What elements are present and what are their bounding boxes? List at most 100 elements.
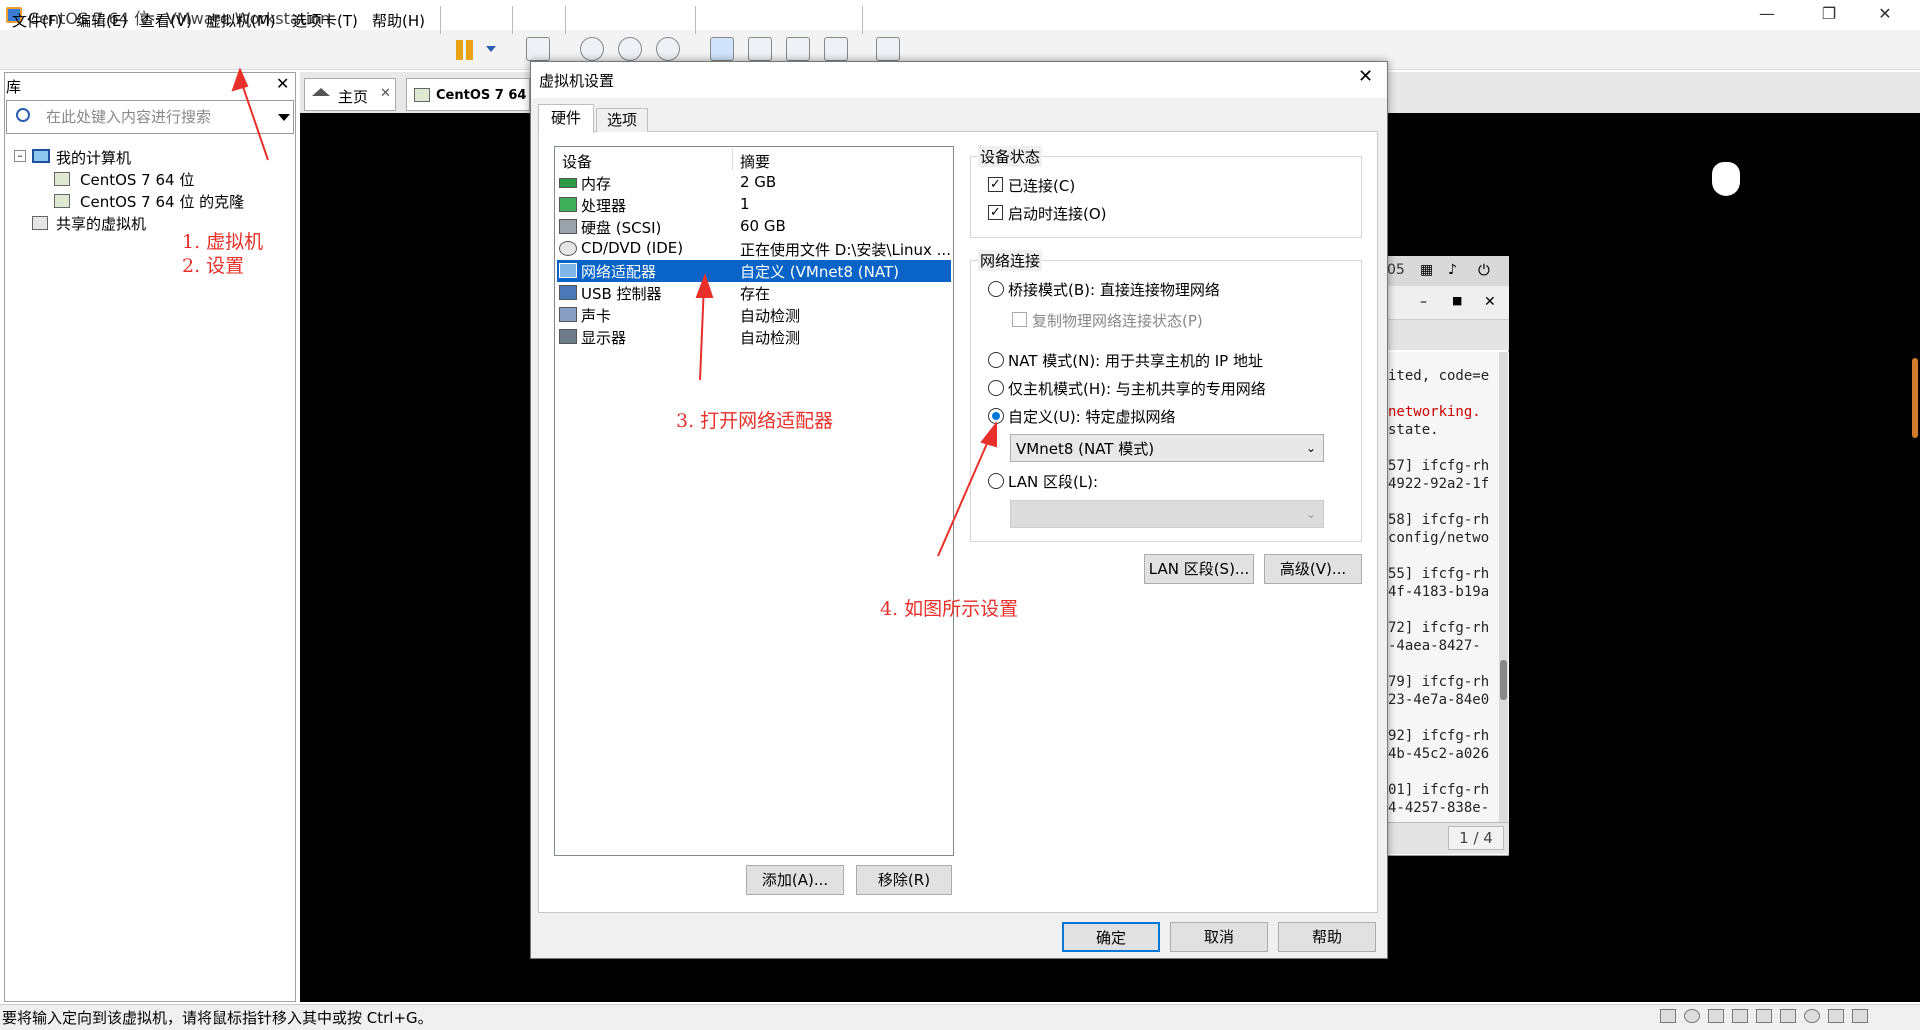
device-row-network-adapter[interactable]: 网络适配器 自定义 (VMnet8 (NAT) xyxy=(557,260,951,282)
lan-radio[interactable] xyxy=(988,473,1004,489)
guest-scroll-thumb[interactable] xyxy=(1500,660,1507,700)
console-view-icon[interactable] xyxy=(748,37,772,61)
close-window-button[interactable]: ✕ xyxy=(1862,0,1908,30)
connect-on-start-checkbox[interactable]: ✓ xyxy=(988,205,1003,220)
vm-icon xyxy=(414,88,430,102)
dialog-title: 虚拟机设置 xyxy=(539,72,615,90)
device-row-usb[interactable]: USB 控制器 存在 xyxy=(557,282,951,304)
side-scroll-indicator[interactable] xyxy=(1912,358,1918,438)
terminal-line: 4922-92a2-1f xyxy=(1388,476,1490,492)
device-row-processor[interactable]: 处理器 1 xyxy=(557,194,951,216)
chevron-down-icon[interactable] xyxy=(486,46,496,52)
device-name: 硬盘 (SCSI) xyxy=(581,219,662,237)
network-status-icon[interactable] xyxy=(1708,1009,1724,1023)
ok-button[interactable]: 确定 xyxy=(1062,922,1160,952)
close-icon[interactable]: ✕ xyxy=(276,74,289,93)
library-view-icon[interactable] xyxy=(710,37,734,61)
display-status-icon[interactable] xyxy=(1828,1009,1844,1023)
printer-status-icon[interactable] xyxy=(1780,1009,1796,1023)
tab-hardware[interactable]: 硬件 xyxy=(538,104,594,133)
lan-label: LAN 区段(L): xyxy=(1008,473,1099,491)
device-row-harddisk[interactable]: 硬盘 (SCSI) 60 GB xyxy=(557,216,951,238)
device-summary: 自动检测 xyxy=(740,329,801,347)
device-row-sound[interactable]: 声卡 自动检测 xyxy=(557,304,951,326)
snapshot-manager-icon[interactable] xyxy=(656,37,680,61)
menu-help[interactable]: 帮助(H) xyxy=(372,10,425,31)
send-ctrl-alt-del-icon[interactable] xyxy=(526,37,550,61)
restore-button[interactable]: ❐ xyxy=(1806,0,1852,30)
close-icon[interactable]: ✕ xyxy=(1358,66,1373,87)
power-icon[interactable]: ⏻ xyxy=(1478,261,1490,279)
terminal-line: 23-4e7a-84e0 xyxy=(1388,692,1490,708)
device-status-group xyxy=(970,156,1362,238)
minimize-button[interactable]: — xyxy=(1744,0,1790,30)
guest-minimize-icon[interactable]: – xyxy=(1420,294,1427,310)
hdd-status-icon[interactable] xyxy=(1660,1009,1676,1023)
menu-file[interactable]: 文件(F) xyxy=(12,10,62,31)
fullscreen-icon[interactable] xyxy=(786,37,810,61)
search-placeholder: 在此处键入内容进行搜索 xyxy=(46,108,212,126)
usb-status-icon[interactable] xyxy=(1732,1009,1748,1023)
terminal-line: networking. xyxy=(1388,404,1481,420)
add-device-button[interactable]: 添加(A)... xyxy=(746,865,844,895)
revert-snapshot-icon[interactable] xyxy=(618,37,642,61)
device-summary: 2 GB xyxy=(740,173,777,191)
replicate-checkbox[interactable] xyxy=(1012,312,1027,327)
menu-tabs[interactable]: 选项卡(T) xyxy=(292,10,358,31)
camera-status-icon[interactable] xyxy=(1804,1009,1820,1023)
home-icon xyxy=(312,88,330,96)
nat-radio[interactable] xyxy=(988,352,1004,368)
menu-vm[interactable]: 虚拟机(M) xyxy=(206,10,276,31)
tree-vm-clone[interactable]: CentOS 7 64 位 的克隆 xyxy=(80,191,244,212)
toolbar-separator xyxy=(440,6,441,34)
device-summary: 自定义 (VMnet8 (NAT) xyxy=(740,263,899,281)
device-name: 声卡 xyxy=(581,307,612,325)
collapse-icon[interactable]: – xyxy=(14,150,26,162)
bridged-radio[interactable] xyxy=(988,281,1004,297)
message-status-icon[interactable] xyxy=(1852,1009,1868,1023)
snapshot-icon[interactable] xyxy=(580,37,604,61)
vm-icon xyxy=(54,172,70,186)
menu-view[interactable]: 查看(V) xyxy=(140,10,192,31)
annotation-step-4: 4. 如图所示设置 xyxy=(880,598,1019,620)
unity-icon[interactable] xyxy=(824,37,848,61)
tree-vm-centos[interactable]: CentOS 7 64 位 xyxy=(80,169,194,190)
device-name: 内存 xyxy=(581,175,612,193)
device-row-cdrom[interactable]: CD/DVD (IDE) 正在使用文件 D:\安装\Linux ... xyxy=(557,238,951,260)
replicate-label: 复制物理网络连接状态(P) xyxy=(1032,312,1203,330)
tab-options[interactable]: 选项 xyxy=(596,108,648,132)
tree-shared-vms[interactable]: 共享的虚拟机 xyxy=(56,213,146,234)
device-name: 网络适配器 xyxy=(581,263,657,281)
device-status-label: 设备状态 xyxy=(978,146,1043,167)
processor-icon xyxy=(559,197,577,212)
remove-device-button[interactable]: 移除(R) xyxy=(856,865,952,895)
status-text: 要将输入定向到该虚拟机，请将鼠标指针移入其中或按 Ctrl+G。 xyxy=(2,1009,433,1027)
thumbnail-icon[interactable] xyxy=(876,37,900,61)
custom-radio[interactable] xyxy=(988,408,1004,424)
memory-icon xyxy=(559,178,577,188)
chevron-down-icon[interactable] xyxy=(278,114,290,121)
cancel-button[interactable]: 取消 xyxy=(1170,922,1268,952)
mouse-icon xyxy=(1712,162,1740,196)
cd-status-icon[interactable] xyxy=(1684,1009,1700,1023)
device-row-display[interactable]: 显示器 自动检测 xyxy=(557,326,951,348)
sound-status-icon[interactable] xyxy=(1756,1009,1772,1023)
pause-icon[interactable] xyxy=(456,40,463,60)
hostonly-radio[interactable] xyxy=(988,380,1004,396)
device-row-memory[interactable]: 内存 2 GB xyxy=(557,172,951,194)
display-icon xyxy=(559,329,577,344)
terminal-line: 72] ifcfg-rh xyxy=(1388,620,1490,636)
close-icon[interactable]: ✕ xyxy=(380,86,391,101)
help-button[interactable]: 帮助 xyxy=(1278,922,1376,952)
tree-my-computer[interactable]: 我的计算机 xyxy=(56,147,131,168)
lan-segment-select[interactable] xyxy=(1010,500,1324,528)
terminal-line: 55] ifcfg-rh xyxy=(1388,566,1490,582)
hostonly-label: 仅主机模式(H): 与主机共享的专用网络 xyxy=(1008,380,1266,398)
advanced-button[interactable]: 高级(V)... xyxy=(1264,554,1362,584)
guest-scrollbar[interactable] xyxy=(1499,352,1508,822)
connected-checkbox[interactable]: ✓ xyxy=(988,177,1003,192)
lan-segments-button[interactable]: LAN 区段(S)... xyxy=(1144,554,1254,584)
guest-maximize-icon[interactable]: ■ xyxy=(1452,294,1462,307)
guest-close-icon[interactable]: ✕ xyxy=(1484,294,1496,310)
menu-edit[interactable]: 编辑(E) xyxy=(76,10,127,31)
